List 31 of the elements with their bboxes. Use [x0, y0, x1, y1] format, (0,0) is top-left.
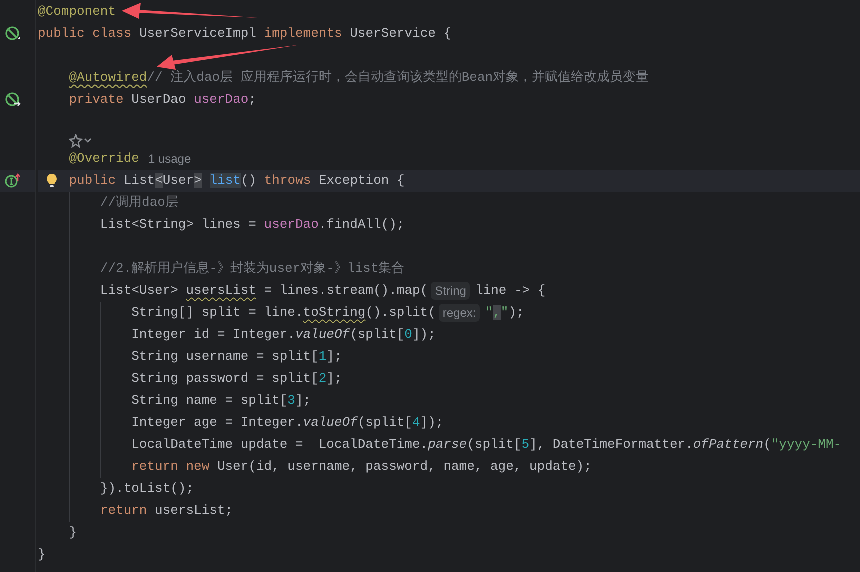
code-text: String password = split[2]; [130, 370, 342, 388]
code-text: @Component [38, 3, 116, 21]
code-text: } [38, 546, 46, 564]
usage-count[interactable]: 1 usage [148, 152, 192, 166]
code-text: } [68, 524, 78, 542]
inlay-hint: String [431, 282, 470, 300]
code-text: String[] split = line.toString().split( [130, 304, 436, 322]
code-text: public List<User> list() throws Exception { [68, 172, 405, 190]
code-text: ","); [485, 304, 524, 322]
code-text: private UserDao userDao; [68, 91, 256, 109]
code-text: Integer id = Integer.valueOf(split[0]); [130, 326, 436, 344]
code-text: @Autowired// 注入dao层 应用程序运行时，会自动查询该类型的Bean对象，并赋值给改成员变量 [68, 69, 650, 87]
lightbulb-icon[interactable] [46, 173, 58, 189]
code-text: String name = split[3]; [130, 392, 312, 410]
code-text: List<String> lines = userDao.findAll(); [99, 216, 405, 234]
chevron-icon[interactable] [84, 138, 92, 144]
code-text: return new User(id, username, password, name, age, update); [130, 458, 592, 476]
code-text: String username = split[1]; [130, 348, 342, 366]
inlay-hint: regex: [438, 304, 480, 322]
code-text: //调用dao层 [99, 194, 178, 212]
bean-icon[interactable] [5, 26, 21, 42]
implementation-icon[interactable] [5, 173, 21, 189]
code-text: LocalDateTime update = LocalDateTime.parse(split[5], DateTimeFormatter.ofPattern("yyyy-MM- [130, 436, 842, 454]
code-text: Integer age = Integer.valueOf(split[4]); [130, 414, 444, 432]
code-text: public class UserServiceImpl implements UserService { [38, 25, 452, 43]
code-text: }).toList(); [99, 480, 194, 498]
code-text: List<User> usersList = lines.stream().map( [99, 282, 428, 300]
code-text: return usersList; [99, 502, 234, 520]
code-text: @Override [68, 150, 140, 168]
code-text: line -> { [475, 282, 546, 300]
code-text: //2.解析用户信息-》封装为user对象-》list集合 [99, 260, 405, 278]
